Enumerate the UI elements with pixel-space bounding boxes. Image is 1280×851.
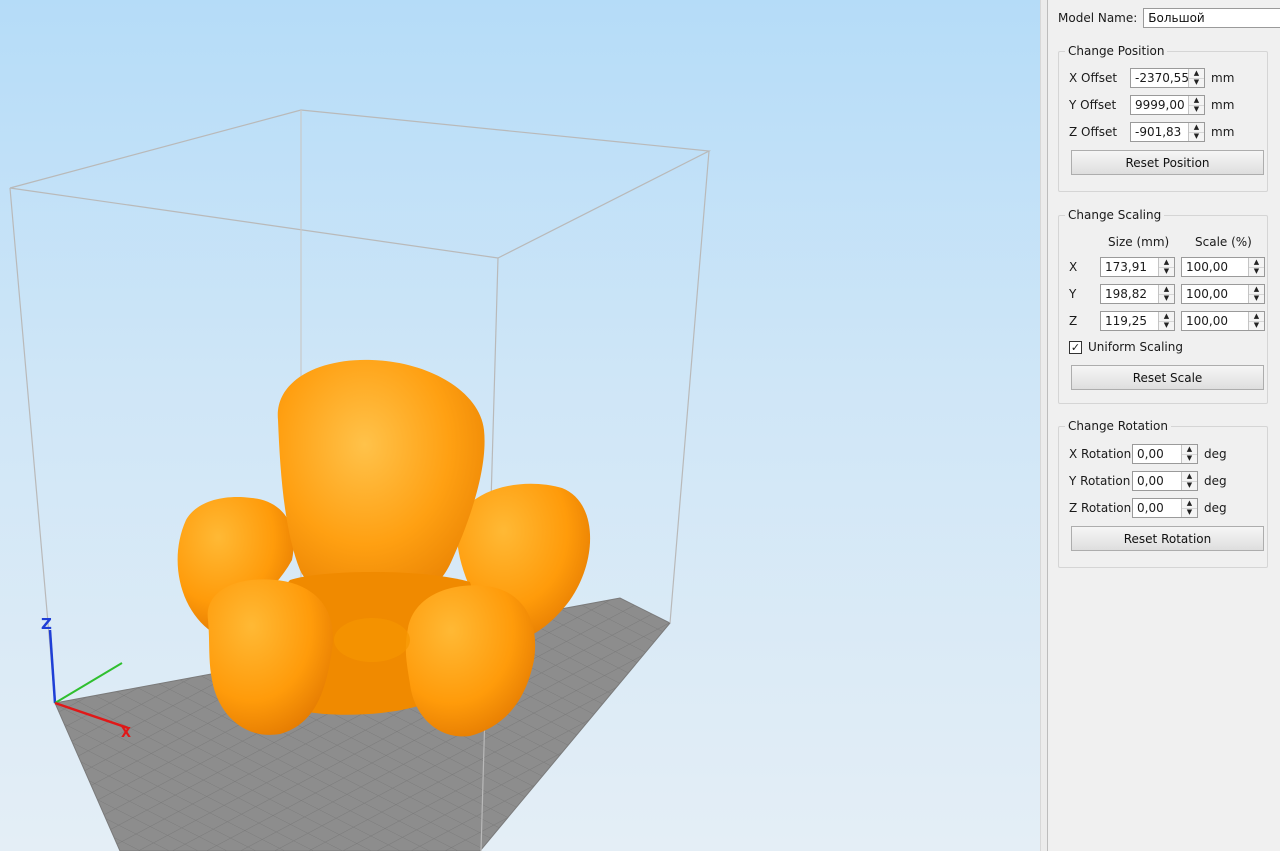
z-scale-row: Z 119,25 ▲ ▼ 100,00 ▲ ▼ — [1069, 311, 1265, 331]
change-rotation-title: Change Rotation — [1068, 419, 1168, 433]
x-size-value[interactable]: 173,91 — [1101, 258, 1158, 276]
spin-down-icon[interactable]: ▼ — [1182, 453, 1197, 464]
scale-column-header: Scale (%) — [1195, 235, 1252, 249]
y-size-spinbox[interactable]: 198,82 ▲ ▼ — [1100, 284, 1175, 304]
reset-scale-button[interactable]: Reset Scale — [1071, 365, 1264, 390]
change-position-title: Change Position — [1068, 44, 1165, 58]
x-rotation-unit: deg — [1204, 447, 1227, 461]
spin-up-icon[interactable]: ▲ — [1182, 472, 1197, 481]
z-offset-spinbox[interactable]: -901,83 ▲ ▼ — [1130, 122, 1205, 142]
3d-viewport[interactable]: Z X — [0, 0, 1040, 851]
reset-rotation-button[interactable]: Reset Rotation — [1071, 526, 1264, 551]
size-column-header: Size (mm) — [1108, 235, 1170, 249]
spin-up-icon[interactable]: ▲ — [1159, 312, 1174, 321]
spin-up-icon[interactable]: ▲ — [1189, 123, 1204, 132]
change-scaling-group: Change Scaling Size (mm) Scale (%) X 173… — [1058, 208, 1268, 404]
x-rotation-label: X Rotation — [1069, 447, 1132, 461]
z-rotation-unit: deg — [1204, 501, 1227, 515]
z-rotation-row: Z Rotation 0,00 ▲ ▼ deg — [1069, 498, 1227, 518]
y-offset-row: Y Offset 9999,00 ▲ ▼ mm — [1069, 95, 1234, 115]
uniform-scaling-row[interactable]: ✓ Uniform Scaling — [1069, 340, 1183, 354]
x-axis-label: X — [121, 726, 131, 741]
spin-up-icon[interactable]: ▲ — [1249, 312, 1264, 321]
uniform-scaling-checkbox[interactable]: ✓ — [1069, 340, 1082, 354]
y-rotation-spinbox[interactable]: 0,00 ▲ ▼ — [1132, 471, 1198, 491]
spin-up-icon[interactable]: ▲ — [1189, 96, 1204, 105]
x-rotation-spinbox[interactable]: 0,00 ▲ ▼ — [1132, 444, 1198, 464]
x-offset-label: X Offset — [1069, 71, 1118, 85]
reset-position-button[interactable]: Reset Position — [1071, 150, 1264, 175]
spin-up-icon[interactable]: ▲ — [1182, 445, 1197, 454]
z-axis-label: Z — [1069, 314, 1078, 328]
model-name-label: Model Name: — [1058, 11, 1138, 25]
y-rotation-unit: deg — [1204, 474, 1227, 488]
spin-up-icon[interactable]: ▲ — [1249, 285, 1264, 294]
y-offset-spinbox[interactable]: 9999,00 ▲ ▼ — [1130, 95, 1205, 115]
z-offset-value[interactable]: -901,83 — [1131, 123, 1188, 141]
spin-down-icon[interactable]: ▼ — [1182, 507, 1197, 518]
spin-down-icon[interactable]: ▼ — [1159, 293, 1174, 304]
y-scale-row: Y 198,82 ▲ ▼ 100,00 ▲ ▼ — [1069, 284, 1265, 304]
z-rotation-label: Z Rotation — [1069, 501, 1132, 515]
y-scale-value[interactable]: 100,00 — [1182, 285, 1248, 303]
change-rotation-group: Change Rotation X Rotation 0,00 ▲ ▼ deg Y… — [1058, 419, 1268, 568]
x-offset-spinbox[interactable]: -2370,55 ▲ ▼ — [1130, 68, 1205, 88]
spin-down-icon[interactable]: ▼ — [1189, 77, 1204, 88]
y-offset-value[interactable]: 9999,00 — [1131, 96, 1188, 114]
spin-down-icon[interactable]: ▼ — [1189, 131, 1204, 142]
spin-down-icon[interactable]: ▼ — [1159, 266, 1174, 277]
z-rotation-value[interactable]: 0,00 — [1133, 499, 1181, 517]
y-size-value[interactable]: 198,82 — [1101, 285, 1158, 303]
x-rotation-value[interactable]: 0,00 — [1133, 445, 1181, 463]
z-offset-unit: mm — [1211, 125, 1235, 139]
spin-up-icon[interactable]: ▲ — [1159, 285, 1174, 294]
x-offset-row: X Offset -2370,55 ▲ ▼ mm — [1069, 68, 1234, 88]
x-scale-value[interactable]: 100,00 — [1182, 258, 1248, 276]
x-size-spinbox[interactable]: 173,91 ▲ ▼ — [1100, 257, 1175, 277]
spin-down-icon[interactable]: ▼ — [1189, 104, 1204, 115]
spin-up-icon[interactable]: ▲ — [1249, 258, 1264, 267]
spin-down-icon[interactable]: ▼ — [1249, 320, 1264, 331]
z-size-spinbox[interactable]: 119,25 ▲ ▼ — [1100, 311, 1175, 331]
z-scale-value[interactable]: 100,00 — [1182, 312, 1248, 330]
y-offset-label: Y Offset — [1069, 98, 1117, 112]
z-scale-spinbox[interactable]: 100,00 ▲ ▼ — [1181, 311, 1265, 331]
viewport-scene: Z X — [9, 109, 712, 851]
z-size-value[interactable]: 119,25 — [1101, 312, 1158, 330]
3d-model-armchair — [177, 359, 591, 737]
x-axis-label: X — [1069, 260, 1078, 274]
spin-down-icon[interactable]: ▼ — [1249, 266, 1264, 277]
spin-up-icon[interactable]: ▲ — [1189, 69, 1204, 78]
x-scale-row: X 173,91 ▲ ▼ 100,00 ▲ ▼ — [1069, 257, 1265, 277]
spin-down-icon[interactable]: ▼ — [1159, 320, 1174, 331]
x-offset-unit: mm — [1211, 71, 1235, 85]
model-name-row: Model Name: — [1058, 8, 1280, 28]
change-scaling-title: Change Scaling — [1068, 208, 1162, 222]
y-rotation-value[interactable]: 0,00 — [1133, 472, 1181, 490]
model-name-input[interactable] — [1143, 8, 1280, 28]
object-properties-panel: Model Name: Change Position X Offset -23… — [1048, 0, 1280, 851]
z-offset-label: Z Offset — [1069, 125, 1118, 139]
panel-splitter[interactable] — [1040, 0, 1048, 851]
change-position-group: Change Position X Offset -2370,55 ▲ ▼ mm … — [1058, 44, 1268, 192]
uniform-scaling-label[interactable]: Uniform Scaling — [1088, 340, 1183, 354]
x-offset-value[interactable]: -2370,55 — [1131, 69, 1188, 87]
y-axis-label: Y — [1069, 287, 1077, 301]
z-rotation-spinbox[interactable]: 0,00 ▲ ▼ — [1132, 498, 1198, 518]
y-rotation-label: Y Rotation — [1069, 474, 1131, 488]
spin-up-icon[interactable]: ▲ — [1159, 258, 1174, 267]
x-scale-spinbox[interactable]: 100,00 ▲ ▼ — [1181, 257, 1265, 277]
spin-down-icon[interactable]: ▼ — [1249, 293, 1264, 304]
z-axis-label: Z — [41, 615, 52, 633]
y-offset-unit: mm — [1211, 98, 1235, 112]
y-scale-spinbox[interactable]: 100,00 ▲ ▼ — [1181, 284, 1265, 304]
spin-down-icon[interactable]: ▼ — [1182, 480, 1197, 491]
x-rotation-row: X Rotation 0,00 ▲ ▼ deg — [1069, 444, 1227, 464]
z-offset-row: Z Offset -901,83 ▲ ▼ mm — [1069, 122, 1234, 142]
spin-up-icon[interactable]: ▲ — [1182, 499, 1197, 508]
y-rotation-row: Y Rotation 0,00 ▲ ▼ deg — [1069, 471, 1227, 491]
